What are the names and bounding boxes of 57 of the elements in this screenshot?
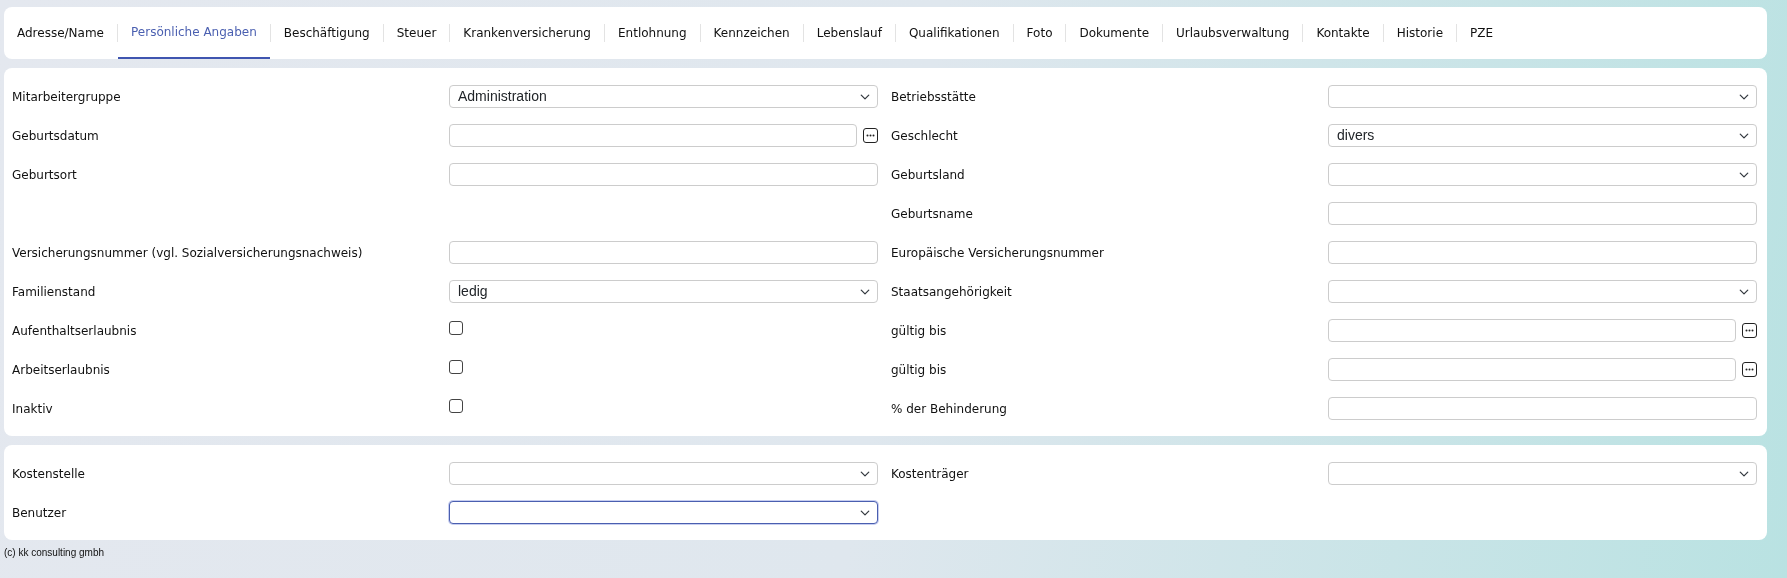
checkbox[interactable]: [449, 399, 463, 413]
ellipsis-icon: [866, 134, 875, 137]
dropdown[interactable]: divers: [1328, 124, 1757, 147]
field-label: Mitarbeitergruppe: [12, 88, 122, 106]
field-label: Kostenträger: [891, 465, 970, 483]
tab[interactable]: Kennzeichen: [700, 7, 803, 59]
tab[interactable]: Entlohnung: [605, 7, 700, 59]
tab[interactable]: Steuer: [383, 7, 450, 59]
field-label: Arbeitserlaubnis: [12, 361, 111, 379]
tab[interactable]: Foto: [1013, 7, 1066, 59]
input-field[interactable]: [449, 163, 878, 186]
tab[interactable]: Urlaubsverwaltung: [1163, 7, 1303, 59]
copyright-text: (c) kk consulting gmbh: [4, 546, 106, 560]
field-label: % der Behinderung: [891, 400, 1008, 418]
ellipsis-icon: [1745, 329, 1754, 332]
field-label: Betriebsstätte: [891, 88, 977, 106]
picker-button[interactable]: [1742, 362, 1757, 377]
field-label: Benutzer: [12, 504, 68, 522]
field-label: gültig bis: [891, 361, 948, 379]
input-field[interactable]: [1328, 397, 1757, 420]
input-field[interactable]: [1328, 202, 1757, 225]
ellipsis-icon: [1745, 368, 1754, 371]
field-label: Geschlecht: [891, 127, 959, 145]
picker-button[interactable]: [1742, 323, 1757, 338]
dropdown[interactable]: ledig: [449, 280, 878, 303]
tab[interactable]: Historie: [1383, 7, 1456, 59]
field-label: Staatsangehörigkeit: [891, 283, 1013, 301]
tab[interactable]: Persönliche Angaben: [118, 7, 270, 59]
dropdown[interactable]: Administration: [449, 85, 878, 108]
checkbox[interactable]: [449, 321, 463, 335]
field-label: Versicherungsnummer (vgl. Sozialversicherungsnachweis): [12, 244, 364, 262]
tab[interactable]: PZE: [1457, 7, 1507, 59]
field-label: Kostenstelle: [12, 465, 86, 483]
field-label: Geburtsname: [891, 205, 974, 223]
tab[interactable]: Adresse/Name: [4, 7, 117, 59]
checkbox[interactable]: [449, 360, 463, 374]
tab[interactable]: Dokumente: [1066, 7, 1163, 59]
date-field[interactable]: [1328, 358, 1736, 381]
field-label: Europäische Versicherungsnummer: [891, 244, 1105, 262]
field-label: Geburtsland: [891, 166, 966, 184]
field-label: Familienstand: [12, 283, 97, 301]
tab[interactable]: Qualifikationen: [895, 7, 1013, 59]
picker-button[interactable]: [863, 128, 878, 143]
field-label: gültig bis: [891, 322, 948, 340]
field-label: Inaktiv: [12, 400, 54, 418]
input-field[interactable]: [449, 241, 878, 264]
date-field[interactable]: [1328, 319, 1736, 342]
tab[interactable]: Krankenversicherung: [450, 7, 604, 59]
date-field[interactable]: [449, 124, 857, 147]
input-field[interactable]: [1328, 241, 1757, 264]
dropdown[interactable]: [449, 501, 878, 524]
tab[interactable]: Beschäftigung: [270, 7, 383, 59]
tab[interactable]: Lebenslauf: [803, 7, 895, 59]
field-label: Geburtsort: [12, 166, 78, 184]
tab[interactable]: Kontakte: [1303, 7, 1383, 59]
field-label: Aufenthaltserlaubnis: [12, 322, 138, 340]
field-label: Geburtsdatum: [12, 127, 100, 145]
